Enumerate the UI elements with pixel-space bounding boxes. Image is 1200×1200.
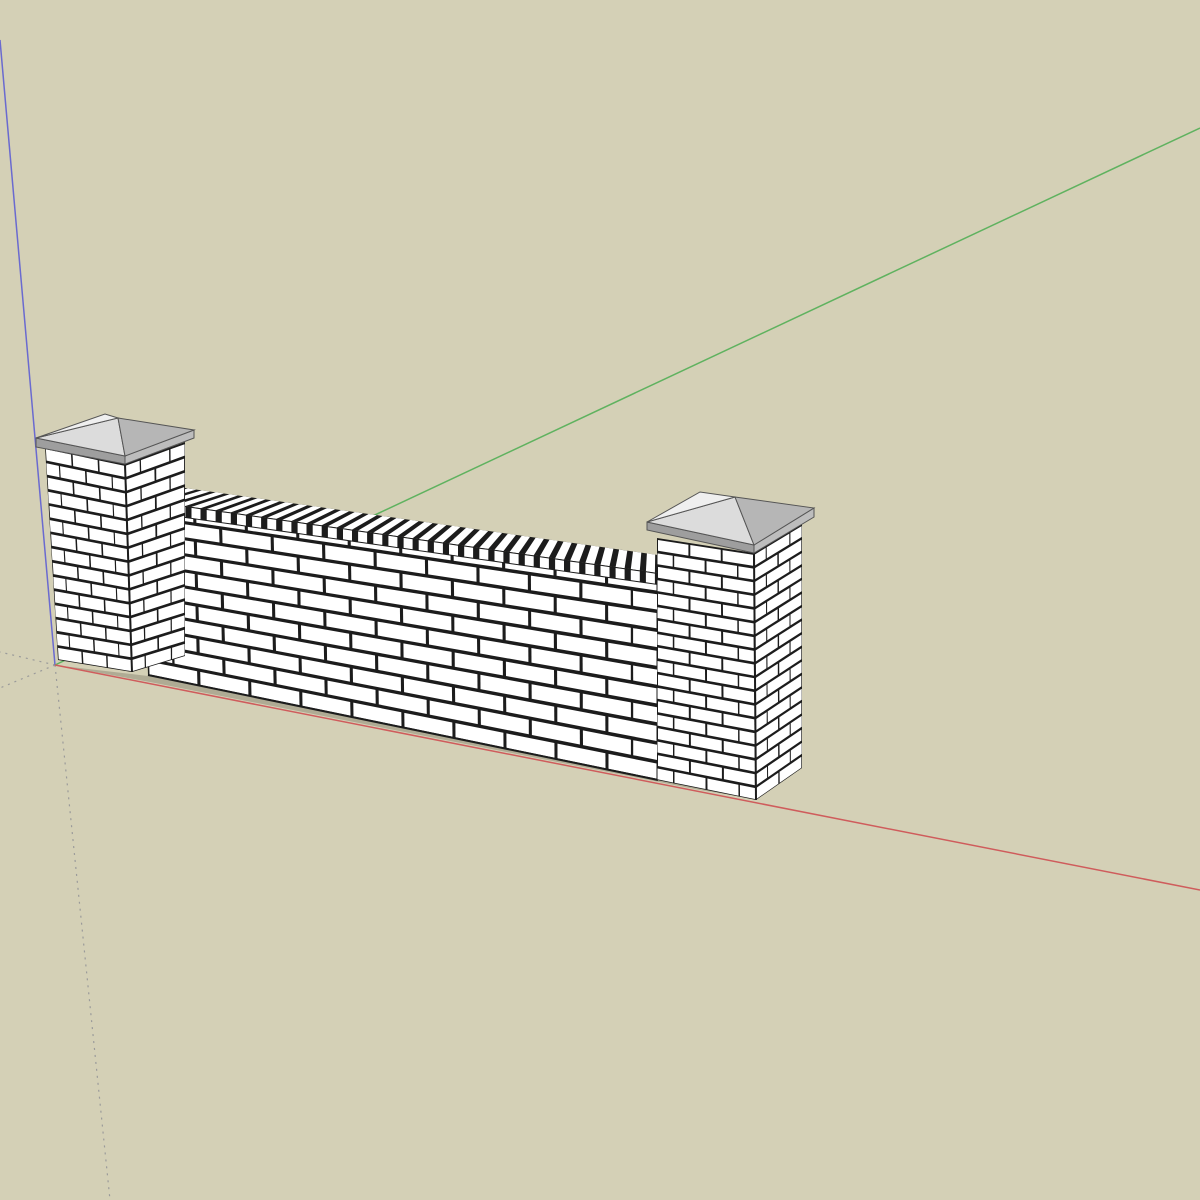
brick [55, 605, 68, 619]
coping-brick-face [645, 572, 655, 584]
coping-brick-face [252, 516, 262, 528]
coping-brick-face [373, 533, 383, 545]
coping-brick-face [479, 548, 489, 560]
coping-brick-face [464, 546, 474, 558]
left-brick-pier[interactable] [45, 442, 185, 673]
coping-brick-face [343, 529, 352, 541]
right-brick-pier[interactable] [657, 524, 802, 801]
coping-brick-face [433, 542, 443, 554]
3d-viewport[interactable] [0, 0, 1200, 1200]
coping-brick [645, 553, 656, 573]
coping-brick-face [403, 537, 413, 550]
brick [115, 560, 129, 575]
brick [119, 644, 132, 658]
coping-brick-face [449, 544, 458, 556]
coping-brick-face [418, 540, 428, 552]
coping-brick-face [509, 553, 519, 565]
coping-brick-face [555, 559, 564, 571]
coping-brick-face [191, 507, 201, 520]
coping-brick-face [585, 563, 595, 575]
coping-brick-face [358, 531, 368, 543]
brick [53, 576, 66, 591]
coping-brick-face [221, 512, 231, 524]
coping-brick-face [570, 561, 580, 573]
coping-brick-face [388, 535, 398, 548]
brick [118, 616, 131, 630]
coping-brick-face [267, 518, 277, 530]
coping-brick-face [327, 527, 337, 539]
brick [56, 633, 70, 647]
coping-brick-face [630, 570, 640, 582]
coping-brick-face [297, 522, 307, 535]
coping-brick-face [615, 568, 625, 580]
coping-brick-face [524, 555, 534, 567]
coping-brick-face [282, 520, 292, 532]
coping-brick-face [539, 557, 549, 569]
coping-brick-face [312, 525, 322, 537]
coping-brick-face [237, 514, 246, 526]
brick [116, 588, 130, 602]
coping-brick-face [600, 565, 610, 578]
coping-brick-face [494, 550, 504, 563]
coping-brick-face [206, 510, 216, 522]
